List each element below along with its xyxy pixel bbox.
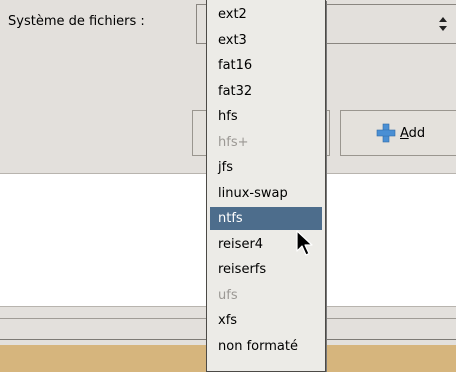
dropdown-option[interactable]: fat32	[210, 80, 322, 103]
spin-arrows-icon[interactable]	[436, 14, 450, 34]
dropdown-option: hfs+	[218, 134, 249, 150]
dropdown-option[interactable]: fat16	[210, 54, 322, 77]
dropdown-option[interactable]: ext2	[210, 3, 322, 26]
add-button-label: Add	[400, 125, 426, 141]
dropdown-option[interactable]: non formaté	[210, 335, 322, 358]
filesystem-label: Système de fichiers :	[8, 14, 145, 29]
dropdown-option[interactable]: ext3	[210, 29, 322, 52]
filesystem-dropdown-list[interactable]: ext2 ext3 fat16 fat32 hfs hfs+ jfs linux-swap nt…	[206, 0, 326, 372]
plus-icon	[376, 123, 396, 143]
dropdown-option[interactable]: jfs	[210, 156, 322, 179]
dropdown-option[interactable]: reiserfs	[210, 258, 322, 281]
dropdown-option[interactable]: hfs	[210, 105, 322, 128]
dropdown-option: ufs	[218, 287, 238, 303]
dropdown-option[interactable]: xfs	[210, 309, 322, 332]
dropdown-option[interactable]: ntfs	[210, 207, 322, 230]
dropdown-option[interactable]: linux-swap	[210, 182, 322, 205]
mouse-cursor-icon	[296, 230, 313, 256]
add-button[interactable]: Add	[340, 110, 456, 156]
